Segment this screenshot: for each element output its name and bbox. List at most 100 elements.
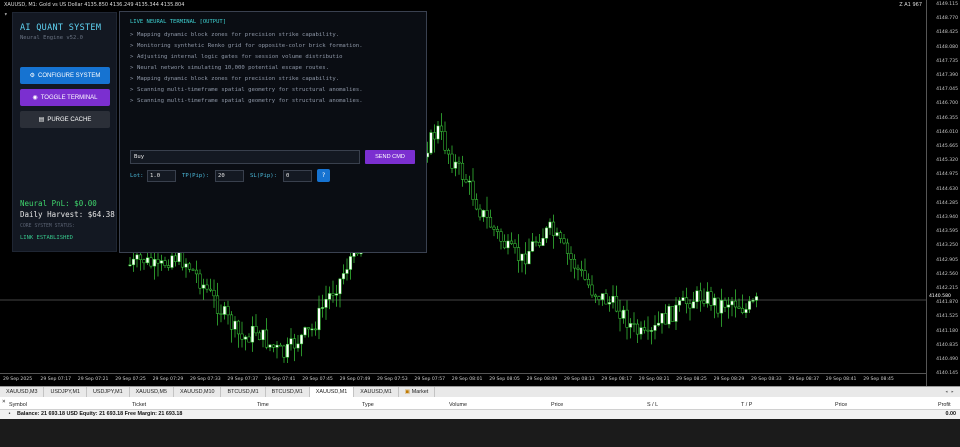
candle-body bbox=[464, 179, 468, 183]
tab-chart[interactable]: XAUUSD,M5 bbox=[130, 387, 175, 397]
candle-body bbox=[611, 296, 615, 303]
tab-scroll-icon[interactable]: ◂ ▸ bbox=[945, 387, 954, 397]
candle-body bbox=[639, 327, 643, 335]
candle-body bbox=[681, 297, 685, 301]
tab-chart[interactable]: USDJPY,M1 bbox=[87, 387, 130, 397]
candle-body bbox=[341, 273, 346, 280]
candle-body bbox=[635, 323, 640, 335]
col-price[interactable]: Price bbox=[551, 401, 563, 410]
candle-body bbox=[562, 238, 566, 244]
candle-body bbox=[439, 125, 444, 132]
candle-body bbox=[730, 300, 734, 306]
tp-input[interactable] bbox=[215, 170, 244, 182]
candle-body bbox=[219, 313, 223, 315]
tab-chart-active[interactable]: XAUUSD,M1 bbox=[309, 387, 355, 397]
candle-body bbox=[744, 309, 748, 313]
col-profit[interactable]: Profit bbox=[938, 401, 951, 410]
candle-body bbox=[184, 263, 188, 268]
price-tick-label: 4148.425 bbox=[936, 30, 958, 36]
candle-body bbox=[187, 263, 192, 270]
col-time[interactable]: Time bbox=[257, 401, 269, 410]
candle-body bbox=[261, 329, 265, 340]
sl-input[interactable] bbox=[283, 170, 312, 182]
candle-body bbox=[345, 269, 349, 274]
balance-row: • Balance: 21 693.18 USD Equity: 21 693.… bbox=[0, 410, 960, 419]
candle-body bbox=[474, 199, 479, 210]
market-icon: ▣ bbox=[404, 389, 410, 395]
purge-cache-button[interactable]: ▤ PURGE CACHE bbox=[20, 111, 110, 128]
col-ticket[interactable]: Ticket bbox=[132, 401, 146, 410]
command-input[interactable] bbox=[130, 150, 360, 164]
candle-body bbox=[275, 344, 279, 348]
col-symbol[interactable]: Symbol bbox=[9, 401, 27, 410]
tab-chart[interactable]: XAUUSD,M1 bbox=[354, 387, 399, 397]
candle-body bbox=[604, 293, 608, 305]
candle-body bbox=[677, 300, 682, 306]
candle-body bbox=[544, 227, 549, 239]
current-price-label: 4140.580 bbox=[929, 294, 951, 299]
log-line: Monitoring synthetic Renko grid for oppo… bbox=[130, 41, 422, 52]
col-current-price[interactable]: Price bbox=[835, 401, 847, 410]
candle-body bbox=[723, 300, 727, 308]
col-volume[interactable]: Volume bbox=[449, 401, 467, 410]
candle-body bbox=[156, 259, 160, 264]
candle-body bbox=[597, 296, 601, 300]
time-tick-label: 29 Sep 08:01 bbox=[451, 377, 483, 382]
tab-chart[interactable]: USDJPY,M1 bbox=[44, 387, 88, 397]
gear-icon: ⚙ bbox=[29, 73, 36, 79]
tab-chart[interactable]: XAUUSD,M10 bbox=[174, 387, 222, 397]
price-tick-label: 4142.215 bbox=[936, 286, 958, 291]
price-tick-label: 4142.905 bbox=[936, 257, 958, 263]
col-sl[interactable]: S / L bbox=[647, 401, 658, 410]
chart-info: Z A1 967 bbox=[899, 2, 922, 8]
candle-body bbox=[534, 241, 538, 243]
candle-body bbox=[733, 300, 738, 308]
send-command-button[interactable]: SEND CMD bbox=[365, 150, 415, 164]
candle-body bbox=[537, 242, 542, 246]
candle-body bbox=[684, 297, 689, 304]
col-type[interactable]: Type bbox=[362, 401, 374, 410]
candle-body bbox=[257, 332, 262, 340]
log-line: Scanning multi-timeframe spatial geometr… bbox=[130, 85, 422, 96]
candle-body bbox=[607, 302, 612, 305]
chart-menu-icon[interactable]: ▾ bbox=[4, 11, 8, 18]
col-tp[interactable]: T / P bbox=[741, 401, 752, 410]
candle-body bbox=[583, 270, 587, 280]
configure-system-button[interactable]: ⚙ CONFIGURE SYSTEM bbox=[20, 67, 110, 84]
log-line: Adjusting internal logic gates for sessi… bbox=[130, 52, 422, 63]
lot-input[interactable] bbox=[147, 170, 176, 182]
time-tick-label: 29 Sep 08:17 bbox=[601, 377, 633, 382]
price-tick-label: 4147.045 bbox=[936, 87, 958, 93]
candle-body bbox=[268, 344, 272, 348]
tab-chart[interactable]: BTCUSD,M1 bbox=[221, 387, 266, 397]
candle-body bbox=[170, 255, 174, 268]
candle-body bbox=[429, 132, 433, 154]
tab-market[interactable]: ▣ Market bbox=[399, 387, 436, 397]
candle-body bbox=[527, 251, 531, 265]
price-scale[interactable]: 4149.115 4148.770 4148.425 4148.080 4147.735… bbox=[926, 0, 960, 386]
neural-terminal: LIVE NEURAL TERMINAL [OUTPUT] Mapping dy… bbox=[119, 11, 427, 253]
candle-body bbox=[663, 313, 668, 325]
price-tick-label: 4149.115 bbox=[936, 2, 958, 7]
price-tick-label: 4140.145 bbox=[936, 371, 958, 377]
tab-chart[interactable]: BTCUSD,M1 bbox=[266, 387, 310, 397]
candle-body bbox=[737, 306, 741, 309]
tp-label: TP(Pip): bbox=[182, 173, 209, 179]
balance-summary: Balance: 21 693.18 USD Equity: 21 693.18… bbox=[17, 411, 183, 417]
candle-body bbox=[254, 326, 258, 334]
candle-body bbox=[166, 265, 171, 268]
time-axis[interactable]: 29 Sep 2025 29 Sep 07:17 29 Sep 07:21 29 Se… bbox=[0, 373, 926, 385]
tab-chart[interactable]: XAUUSD,M3 bbox=[0, 387, 45, 397]
price-tick-label: 4148.080 bbox=[936, 44, 958, 50]
toolbox-panel: × Symbol Ticket Time Type Volume Price S… bbox=[0, 397, 960, 447]
toggle-terminal-button[interactable]: ◉ TOGGLE TERMINAL bbox=[20, 89, 110, 106]
candle-body bbox=[712, 297, 717, 306]
candle-body bbox=[338, 278, 342, 295]
candle-body bbox=[586, 279, 591, 286]
candle-body bbox=[320, 307, 325, 309]
price-tick-label: 4144.975 bbox=[936, 172, 958, 178]
price-tick-label: 4148.770 bbox=[936, 16, 958, 22]
help-button[interactable]: ? bbox=[317, 169, 330, 182]
candle-body bbox=[502, 240, 507, 249]
time-tick-label: 29 Sep 07:29 bbox=[152, 377, 184, 382]
